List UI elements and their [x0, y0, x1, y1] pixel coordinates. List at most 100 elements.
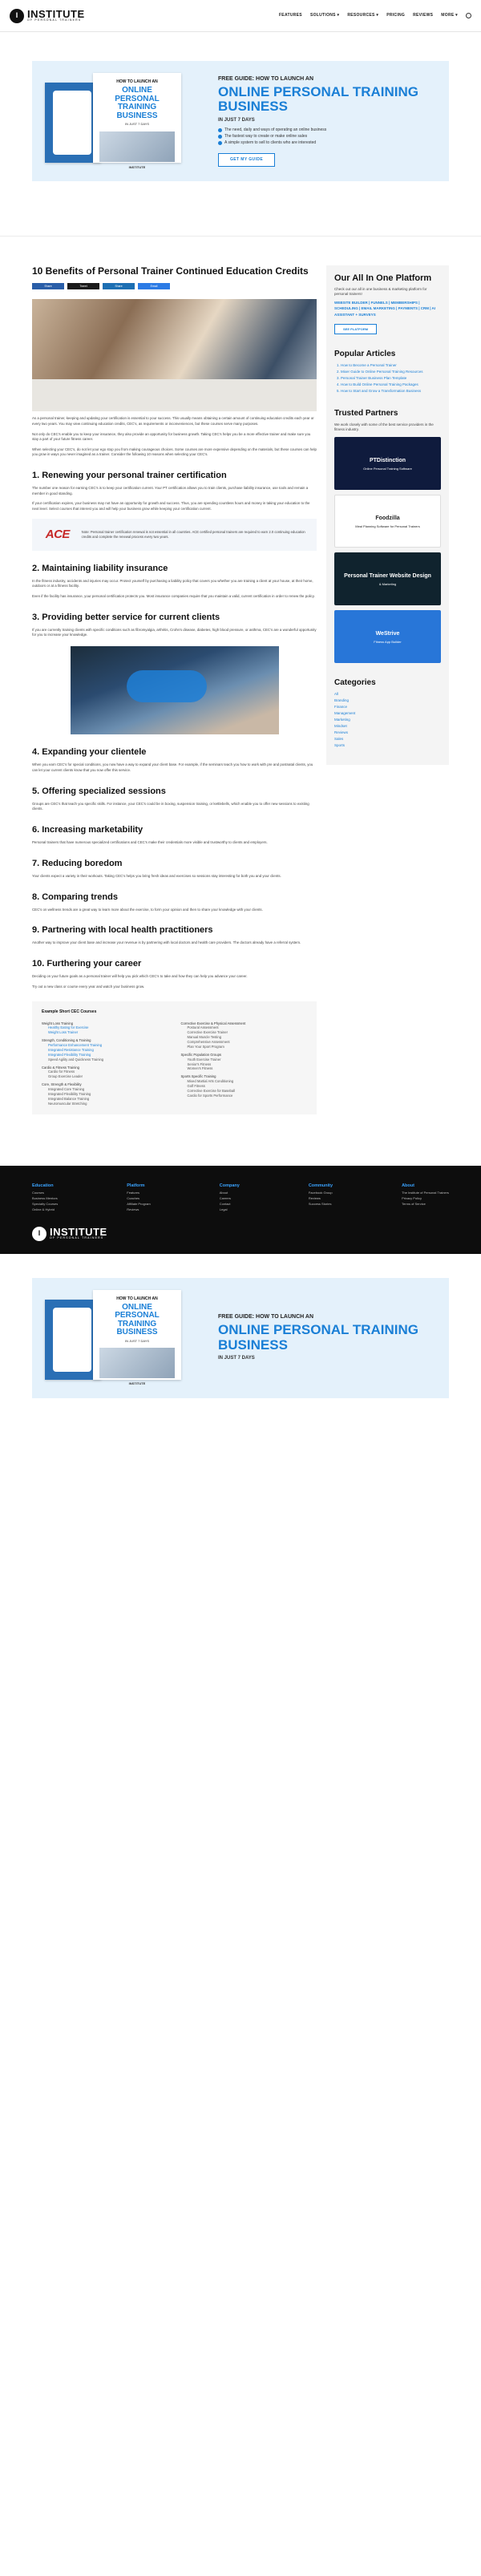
footer-logo[interactable]: I INSTITUTE OF PERSONAL TRAINERS	[32, 1226, 449, 1241]
book-title: ONLINE PERSONAL TRAINING BUSINESS	[115, 86, 160, 120]
partner-westrive[interactable]: WeStrive Fitness App Builder	[334, 610, 441, 664]
category-link[interactable]: Finance	[334, 705, 441, 710]
section-heading: 6. Increasing marketability	[32, 824, 143, 835]
course-link[interactable]: Weight Loss Trainer	[48, 1030, 168, 1035]
partner-website-design[interactable]: Personal Trainer Website Design & Marketi…	[334, 552, 441, 606]
section-paragraph: Even if the facility has insurance, your…	[32, 594, 315, 599]
footer-link[interactable]: Courses	[32, 1191, 58, 1195]
partners-title: Trusted Partners	[334, 408, 398, 418]
book-brand: INSTITUTE	[128, 164, 146, 169]
section-heading: 4. Expanding your clientele	[32, 747, 147, 758]
popular-article-link[interactable]: How to Start and Grow a Transformation B…	[341, 389, 441, 394]
category-link[interactable]: Branding	[334, 698, 441, 703]
course-item: Group Exercise Leader	[48, 1074, 83, 1079]
course-item: Cardio for Sports Performance	[187, 1093, 233, 1098]
footer-link[interactable]: Online & Hybrid	[32, 1207, 58, 1212]
book-photo	[99, 131, 175, 162]
site-header: I INSTITUTE OF PERSONAL TRAINERS FEATURE…	[0, 0, 481, 32]
section-paragraph: Another way to improve your client base …	[32, 940, 301, 945]
see-platform-button[interactable]: SEE PLATFORM	[334, 323, 378, 335]
banner-kicker: FREE GUIDE: HOW TO LAUNCH AN	[218, 75, 313, 82]
example-courses-title: Example Short CEC Courses	[42, 1009, 97, 1014]
footer-link[interactable]: Affiliate Program	[127, 1202, 151, 1207]
nav-features[interactable]: FEATURES	[279, 13, 302, 18]
intro-paragraph: As a personal trainer, keeping and updat…	[32, 416, 314, 426]
article: 10 Benefits of Personal Trainer Continue…	[32, 265, 317, 1114]
site-logo[interactable]: I INSTITUTE OF PERSONAL TRAINERS	[10, 8, 85, 23]
course-item: Plan Your Sport Program	[187, 1044, 224, 1049]
footer-link[interactable]: Careers	[220, 1196, 240, 1201]
ace-note-text: Note: Personal trainer certification ren…	[81, 529, 305, 539]
footer-link[interactable]: Business Mentors	[32, 1196, 58, 1201]
footer-link[interactable]: Features	[127, 1191, 151, 1195]
category-link[interactable]: All	[334, 692, 441, 697]
category-link[interactable]: Reviews	[334, 730, 441, 735]
popular-article-link[interactable]: Mixer Guide to Online Personal Training …	[341, 370, 441, 374]
section-heading: 8. Comparing trends	[32, 892, 118, 902]
section-paragraph: CEC's on wellness trends are a great way…	[32, 907, 263, 912]
categories-title: Categories	[334, 678, 376, 688]
banner-bullet: A simple system to sell to clients who a…	[218, 140, 436, 146]
category-link[interactable]: Marketing	[334, 718, 441, 722]
footer-link[interactable]: Coaches	[127, 1196, 151, 1201]
section-heading: 2. Maintaining liability insurance	[32, 563, 168, 573]
course-item: Neuromuscular Stretching	[48, 1101, 87, 1106]
email-share-button[interactable]: Email	[138, 283, 170, 290]
category-link[interactable]: Sports	[334, 743, 441, 748]
platform-features[interactable]: WEBSITE BUILDER | FUNNELS | MEMBERSHIPS …	[334, 300, 441, 317]
banner-bullet: The fastest way to create or make online…	[218, 134, 436, 140]
banner-bullet: The need, daily and ways of operating an…	[218, 127, 436, 133]
categories-list: All Branding Finance Management Marketin…	[334, 692, 441, 747]
section-paragraph: Deciding on your future goals as a perso…	[32, 974, 248, 979]
footer-link[interactable]: Success Stories	[309, 1202, 333, 1207]
footer-link[interactable]: Reviews	[127, 1207, 151, 1212]
footer-link[interactable]: Facebook Group	[309, 1191, 333, 1195]
section-heading: 3. Providing better service for current …	[32, 612, 220, 622]
footer-link[interactable]: Specialty Courses	[32, 1202, 58, 1207]
article-title: 10 Benefits of Personal Trainer Continue…	[32, 265, 309, 277]
nav-resources[interactable]: RESOURCES ▾	[347, 13, 378, 18]
check-icon	[218, 135, 222, 140]
search-icon[interactable]	[466, 13, 471, 18]
twitter-share-button[interactable]: Tweet	[67, 283, 99, 290]
footer-link[interactable]: Contact	[220, 1202, 240, 1207]
footer-link[interactable]: Reviews	[309, 1196, 333, 1201]
partner-foodzilla[interactable]: Foodzilla Meal Planning Software for Pers…	[334, 495, 441, 548]
footer-link[interactable]: Legal	[220, 1207, 240, 1212]
nav-pricing[interactable]: PRICING	[386, 13, 405, 18]
check-icon	[218, 141, 222, 146]
get-guide-button[interactable]: GET MY GUIDE	[218, 153, 276, 168]
section-paragraph: If your certification expires, your busi…	[32, 501, 310, 512]
section-paragraph: Groups are CEC's that teach you specific…	[32, 801, 309, 811]
category-link[interactable]: Sales	[334, 737, 441, 742]
popular-article-link[interactable]: Personal Trainer Business Plan Template	[341, 376, 441, 381]
section-heading: 10. Furthering your career	[32, 959, 142, 969]
footer-link[interactable]: About	[220, 1191, 240, 1195]
nav-reviews[interactable]: REVIEWS	[413, 13, 433, 18]
guide-banner-section-bottom: HOW TO LAUNCH AN ONLINE PERSONAL TRAININ…	[0, 1254, 481, 1406]
section-paragraph: The number one reason for earning CEC's …	[32, 486, 309, 495]
popular-article-link[interactable]: How to Become a Personal Trainer	[341, 363, 441, 368]
section-paragraph: In the fitness industry, accidents and i…	[32, 578, 313, 588]
popular-article-link[interactable]: How to Build Online Personal Training Pa…	[341, 382, 441, 387]
guide-book-image: HOW TO LAUNCH AN ONLINE PERSONAL TRAININ…	[45, 1289, 205, 1386]
check-icon	[218, 128, 222, 133]
logo-mark: I	[10, 8, 24, 23]
nav-more[interactable]: MORE ▾	[441, 13, 458, 18]
facebook-share-button[interactable]: Share	[32, 283, 64, 290]
nav-solutions[interactable]: SOLUTIONS ▾	[310, 13, 339, 18]
footer-link[interactable]: The Institute of Personal Trainers	[402, 1191, 449, 1195]
footer-link[interactable]: Terms of Service	[402, 1202, 449, 1207]
intro-paragraph: When selecting your CEC's, do not let yo…	[32, 447, 317, 457]
guide-banner: HOW TO LAUNCH AN ONLINE PERSONAL TRAININ…	[32, 1277, 449, 1398]
category-link[interactable]: Mindset	[334, 724, 441, 729]
partners-desc: We work closely with some of the best se…	[334, 422, 434, 432]
category-link[interactable]: Management	[334, 711, 441, 716]
section-heading: 1. Renewing your personal trainer certif…	[32, 471, 227, 481]
book-sub: IN JUST 7 DAYS	[124, 122, 150, 126]
linkedin-share-button[interactable]: Share	[103, 283, 135, 290]
ace-logo: ACE	[45, 528, 71, 542]
platform-title: Our All In One Platform	[334, 273, 432, 283]
partner-ptdistinction[interactable]: PTDistinction Online Personal Training So…	[334, 437, 441, 491]
footer-link[interactable]: Privacy Policy	[402, 1196, 449, 1201]
